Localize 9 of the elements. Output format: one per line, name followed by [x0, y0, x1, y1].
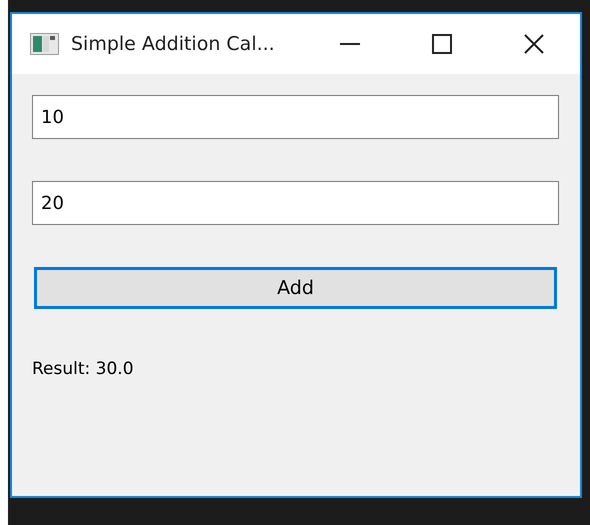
add-button[interactable]: Add: [34, 267, 557, 309]
window-title: Simple Addition Cal...: [71, 32, 275, 57]
result-text: Result: 30.0: [32, 358, 134, 381]
maximize-icon: [432, 34, 452, 54]
number-field[interactable]: 10: [32, 95, 559, 139]
minimize-icon: [340, 43, 360, 45]
number-field[interactable]: 20: [32, 181, 559, 225]
close-icon: [524, 34, 544, 54]
app-icon: [30, 33, 59, 55]
